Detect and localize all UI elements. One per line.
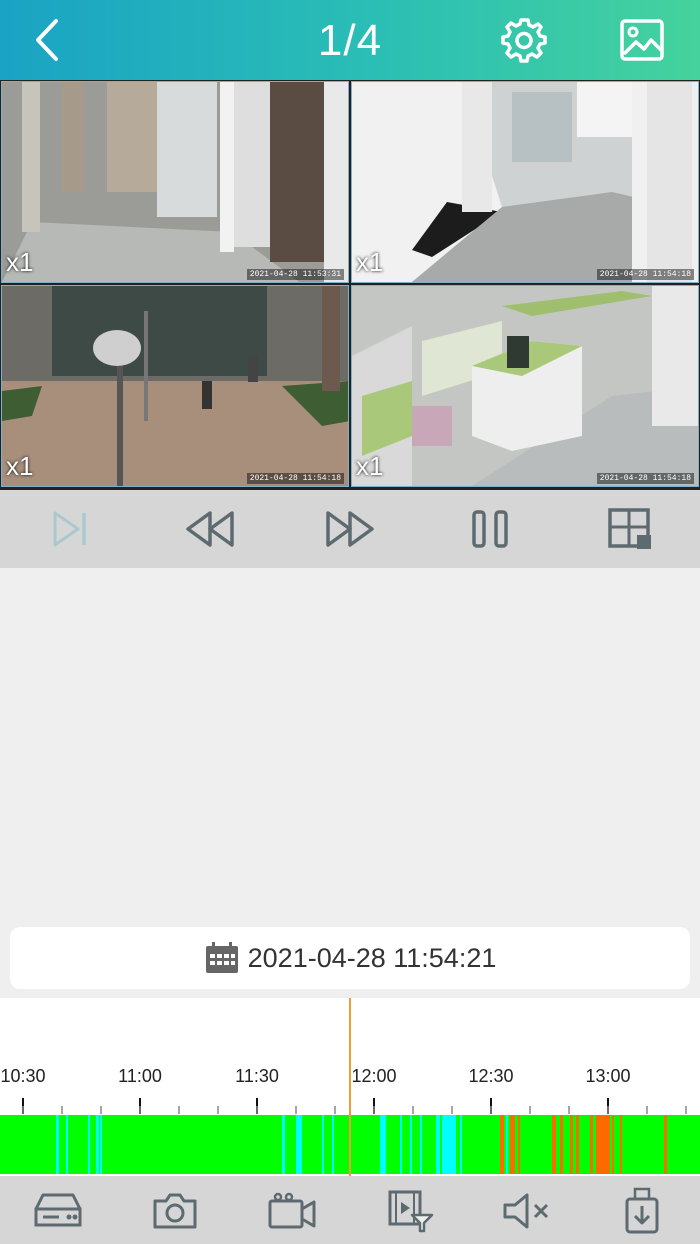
timeline-event-motion bbox=[88, 1115, 90, 1174]
settings-button[interactable] bbox=[496, 12, 552, 68]
step-forward-button[interactable] bbox=[40, 500, 100, 558]
usb-download-button[interactable] bbox=[612, 1184, 672, 1238]
pause-icon bbox=[472, 510, 508, 548]
timeline-event-alarm bbox=[596, 1115, 610, 1174]
rewind-icon bbox=[186, 511, 234, 547]
timeline-event-motion bbox=[300, 1115, 302, 1174]
layout-button[interactable] bbox=[600, 500, 660, 558]
record-button[interactable] bbox=[262, 1184, 322, 1238]
header-bar: 1/4 bbox=[0, 0, 700, 80]
timeline-event-motion bbox=[296, 1115, 300, 1174]
nvr-icon bbox=[34, 1193, 82, 1227]
timeline-tick-label: 11:30 bbox=[235, 1066, 279, 1086]
camera-view-2[interactable]: x1 2021-04-28 11:54:18 bbox=[351, 81, 699, 283]
timeline-event-alarm bbox=[560, 1115, 563, 1174]
timeline-event-motion bbox=[66, 1115, 68, 1174]
camera-view-3[interactable]: x1 2021-04-28 11:54:18 bbox=[1, 285, 349, 487]
playback-controls bbox=[0, 490, 700, 568]
playback-speed: x1 bbox=[6, 451, 34, 481]
camera-timestamp: 2021-04-28 11:53:31 bbox=[246, 269, 344, 280]
timeline-event-alarm bbox=[510, 1115, 515, 1174]
timeline-tick-label: 11:00 bbox=[118, 1066, 162, 1086]
image-icon bbox=[620, 19, 664, 61]
timeline-event-motion bbox=[322, 1115, 324, 1174]
timeline-event-motion bbox=[56, 1115, 59, 1174]
timeline-event-alarm bbox=[500, 1115, 504, 1174]
camera-2-image bbox=[352, 82, 698, 282]
bottom-toolbar bbox=[0, 1176, 700, 1244]
gallery-button[interactable] bbox=[614, 12, 670, 68]
nvr-button[interactable] bbox=[28, 1184, 88, 1238]
timeline-event-alarm bbox=[552, 1115, 556, 1174]
timeline-event-motion bbox=[100, 1115, 102, 1174]
camera-view-1[interactable]: x1 2021-04-28 11:53:31 bbox=[1, 81, 349, 283]
playback-filter-button[interactable] bbox=[380, 1184, 440, 1238]
camera-view-4[interactable]: x1 2021-04-28 11:54:18 bbox=[351, 285, 699, 487]
fast-forward-button[interactable] bbox=[320, 500, 380, 558]
camera-4-image bbox=[352, 286, 698, 486]
playback-filter-icon bbox=[388, 1190, 434, 1233]
calendar-icon bbox=[205, 942, 238, 973]
timeline[interactable]: 10:30 11:00 11:30 12:00 12:30 13:00 bbox=[0, 998, 700, 1176]
timeline-tick-label: 12:30 bbox=[468, 1066, 513, 1086]
fast-forward-icon bbox=[326, 511, 374, 547]
timeline-event-alarm bbox=[570, 1115, 573, 1174]
playback-speed: x1 bbox=[6, 247, 34, 277]
video-record-icon bbox=[268, 1192, 316, 1229]
timeline-event-motion bbox=[96, 1115, 99, 1174]
timeline-event-alarm bbox=[576, 1115, 579, 1174]
date-picker[interactable]: 2021-04-28 11:54:21 bbox=[10, 927, 690, 989]
playback-speed: x1 bbox=[356, 451, 384, 481]
timeline-event-motion bbox=[442, 1115, 456, 1174]
timeline-event-motion bbox=[420, 1115, 422, 1174]
timeline-event-alarm bbox=[664, 1115, 667, 1174]
step-forward-icon bbox=[53, 511, 86, 547]
timeline-event-alarm bbox=[620, 1115, 622, 1174]
camera-1-image bbox=[2, 82, 348, 282]
playback-speed: x1 bbox=[356, 247, 384, 277]
timeline-event-motion bbox=[506, 1115, 508, 1174]
camera-timestamp: 2021-04-28 11:54:18 bbox=[596, 269, 694, 280]
camera-icon bbox=[153, 1193, 197, 1229]
camera-timestamp: 2021-04-28 11:54:18 bbox=[596, 473, 694, 484]
page-title: 1/4 bbox=[317, 16, 383, 65]
timeline-event-motion bbox=[436, 1115, 440, 1174]
snapshot-button[interactable] bbox=[145, 1184, 205, 1238]
camera-grid: x1 2021-04-28 11:53:31 x1 2021-04-28 11:… bbox=[0, 80, 700, 490]
timeline-event-alarm bbox=[612, 1115, 614, 1174]
timeline-event-motion bbox=[380, 1115, 386, 1174]
mute-button[interactable] bbox=[496, 1184, 556, 1238]
rewind-button[interactable] bbox=[180, 500, 240, 558]
timeline-event-motion bbox=[400, 1115, 402, 1174]
timeline-event-motion bbox=[410, 1115, 412, 1174]
mute-icon bbox=[503, 1193, 549, 1229]
timeline-event-motion bbox=[460, 1115, 462, 1174]
date-value: 2021-04-28 11:54:21 bbox=[247, 942, 497, 973]
pause-button[interactable] bbox=[460, 500, 520, 558]
timeline-event-alarm bbox=[518, 1115, 520, 1174]
timeline-tick-label: 13:00 bbox=[585, 1066, 630, 1086]
layout-icon bbox=[608, 508, 651, 549]
camera-timestamp: 2021-04-28 11:54:18 bbox=[246, 473, 344, 484]
timeline-tick-label: 10:30 bbox=[0, 1066, 45, 1086]
timeline-event-motion bbox=[332, 1115, 334, 1174]
timeline-event-alarm bbox=[590, 1115, 593, 1174]
timeline-tick-label: 12:00 bbox=[351, 1066, 396, 1086]
timeline-track[interactable]: 10:30 11:00 11:30 12:00 12:30 13:00 bbox=[0, 998, 700, 1176]
timeline-event-motion bbox=[282, 1115, 285, 1174]
camera-3-image bbox=[2, 286, 348, 486]
gear-icon bbox=[501, 18, 547, 63]
usb-download-icon bbox=[625, 1187, 659, 1234]
